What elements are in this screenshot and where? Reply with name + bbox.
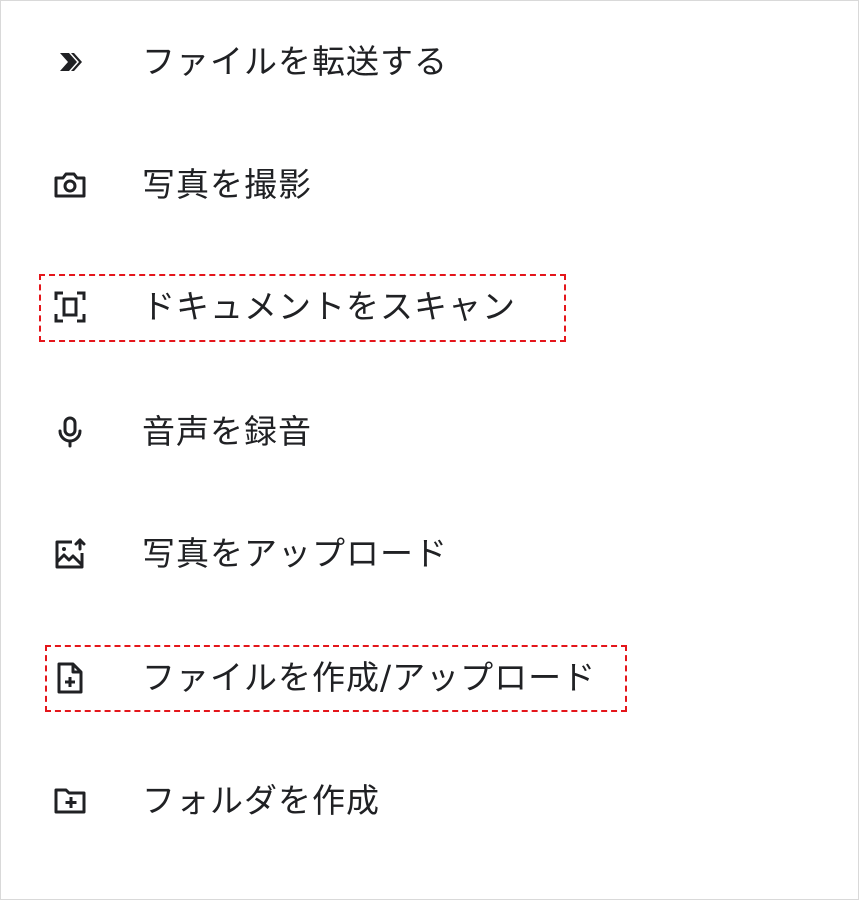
menu-item-label: ファイルを転送する [142,42,448,81]
menu-item-take-photo[interactable]: 写真を撮影 [0,155,859,215]
menu-item-create-upload-file[interactable]: ファイルを作成/アップロード [0,648,859,708]
menu-item-label: フォルダを作成 [142,781,380,820]
camera-icon [52,167,88,203]
menu-item-create-folder[interactable]: フォルダを作成 [0,771,859,831]
menu-item-upload-photo[interactable]: 写真をアップロード [0,524,859,584]
menu-item-label: 音声を録音 [142,412,312,451]
document-scanner-icon [52,289,88,325]
microphone-icon [52,414,88,450]
file-add-icon [52,660,88,696]
menu-item-scan-document[interactable]: ドキュメントをスキャン [0,277,859,337]
menu-item-label: 写真を撮影 [142,165,312,204]
folder-add-icon [52,783,88,819]
menu-item-label: 写真をアップロード [142,534,448,573]
create-menu: ファイルを転送する 写真を撮影 ドキュメントをスキャン 音声を録音 写真をアップ… [0,0,859,900]
menu-item-label: ドキュメントをスキャン [142,287,516,326]
menu-item-label: ファイルを作成/アップロード [142,658,597,697]
menu-item-transfer-files[interactable]: ファイルを転送する [0,32,859,92]
menu-item-record-audio[interactable]: 音声を録音 [0,402,859,462]
photo-upload-icon [52,536,88,572]
transfer-icon [52,44,88,80]
